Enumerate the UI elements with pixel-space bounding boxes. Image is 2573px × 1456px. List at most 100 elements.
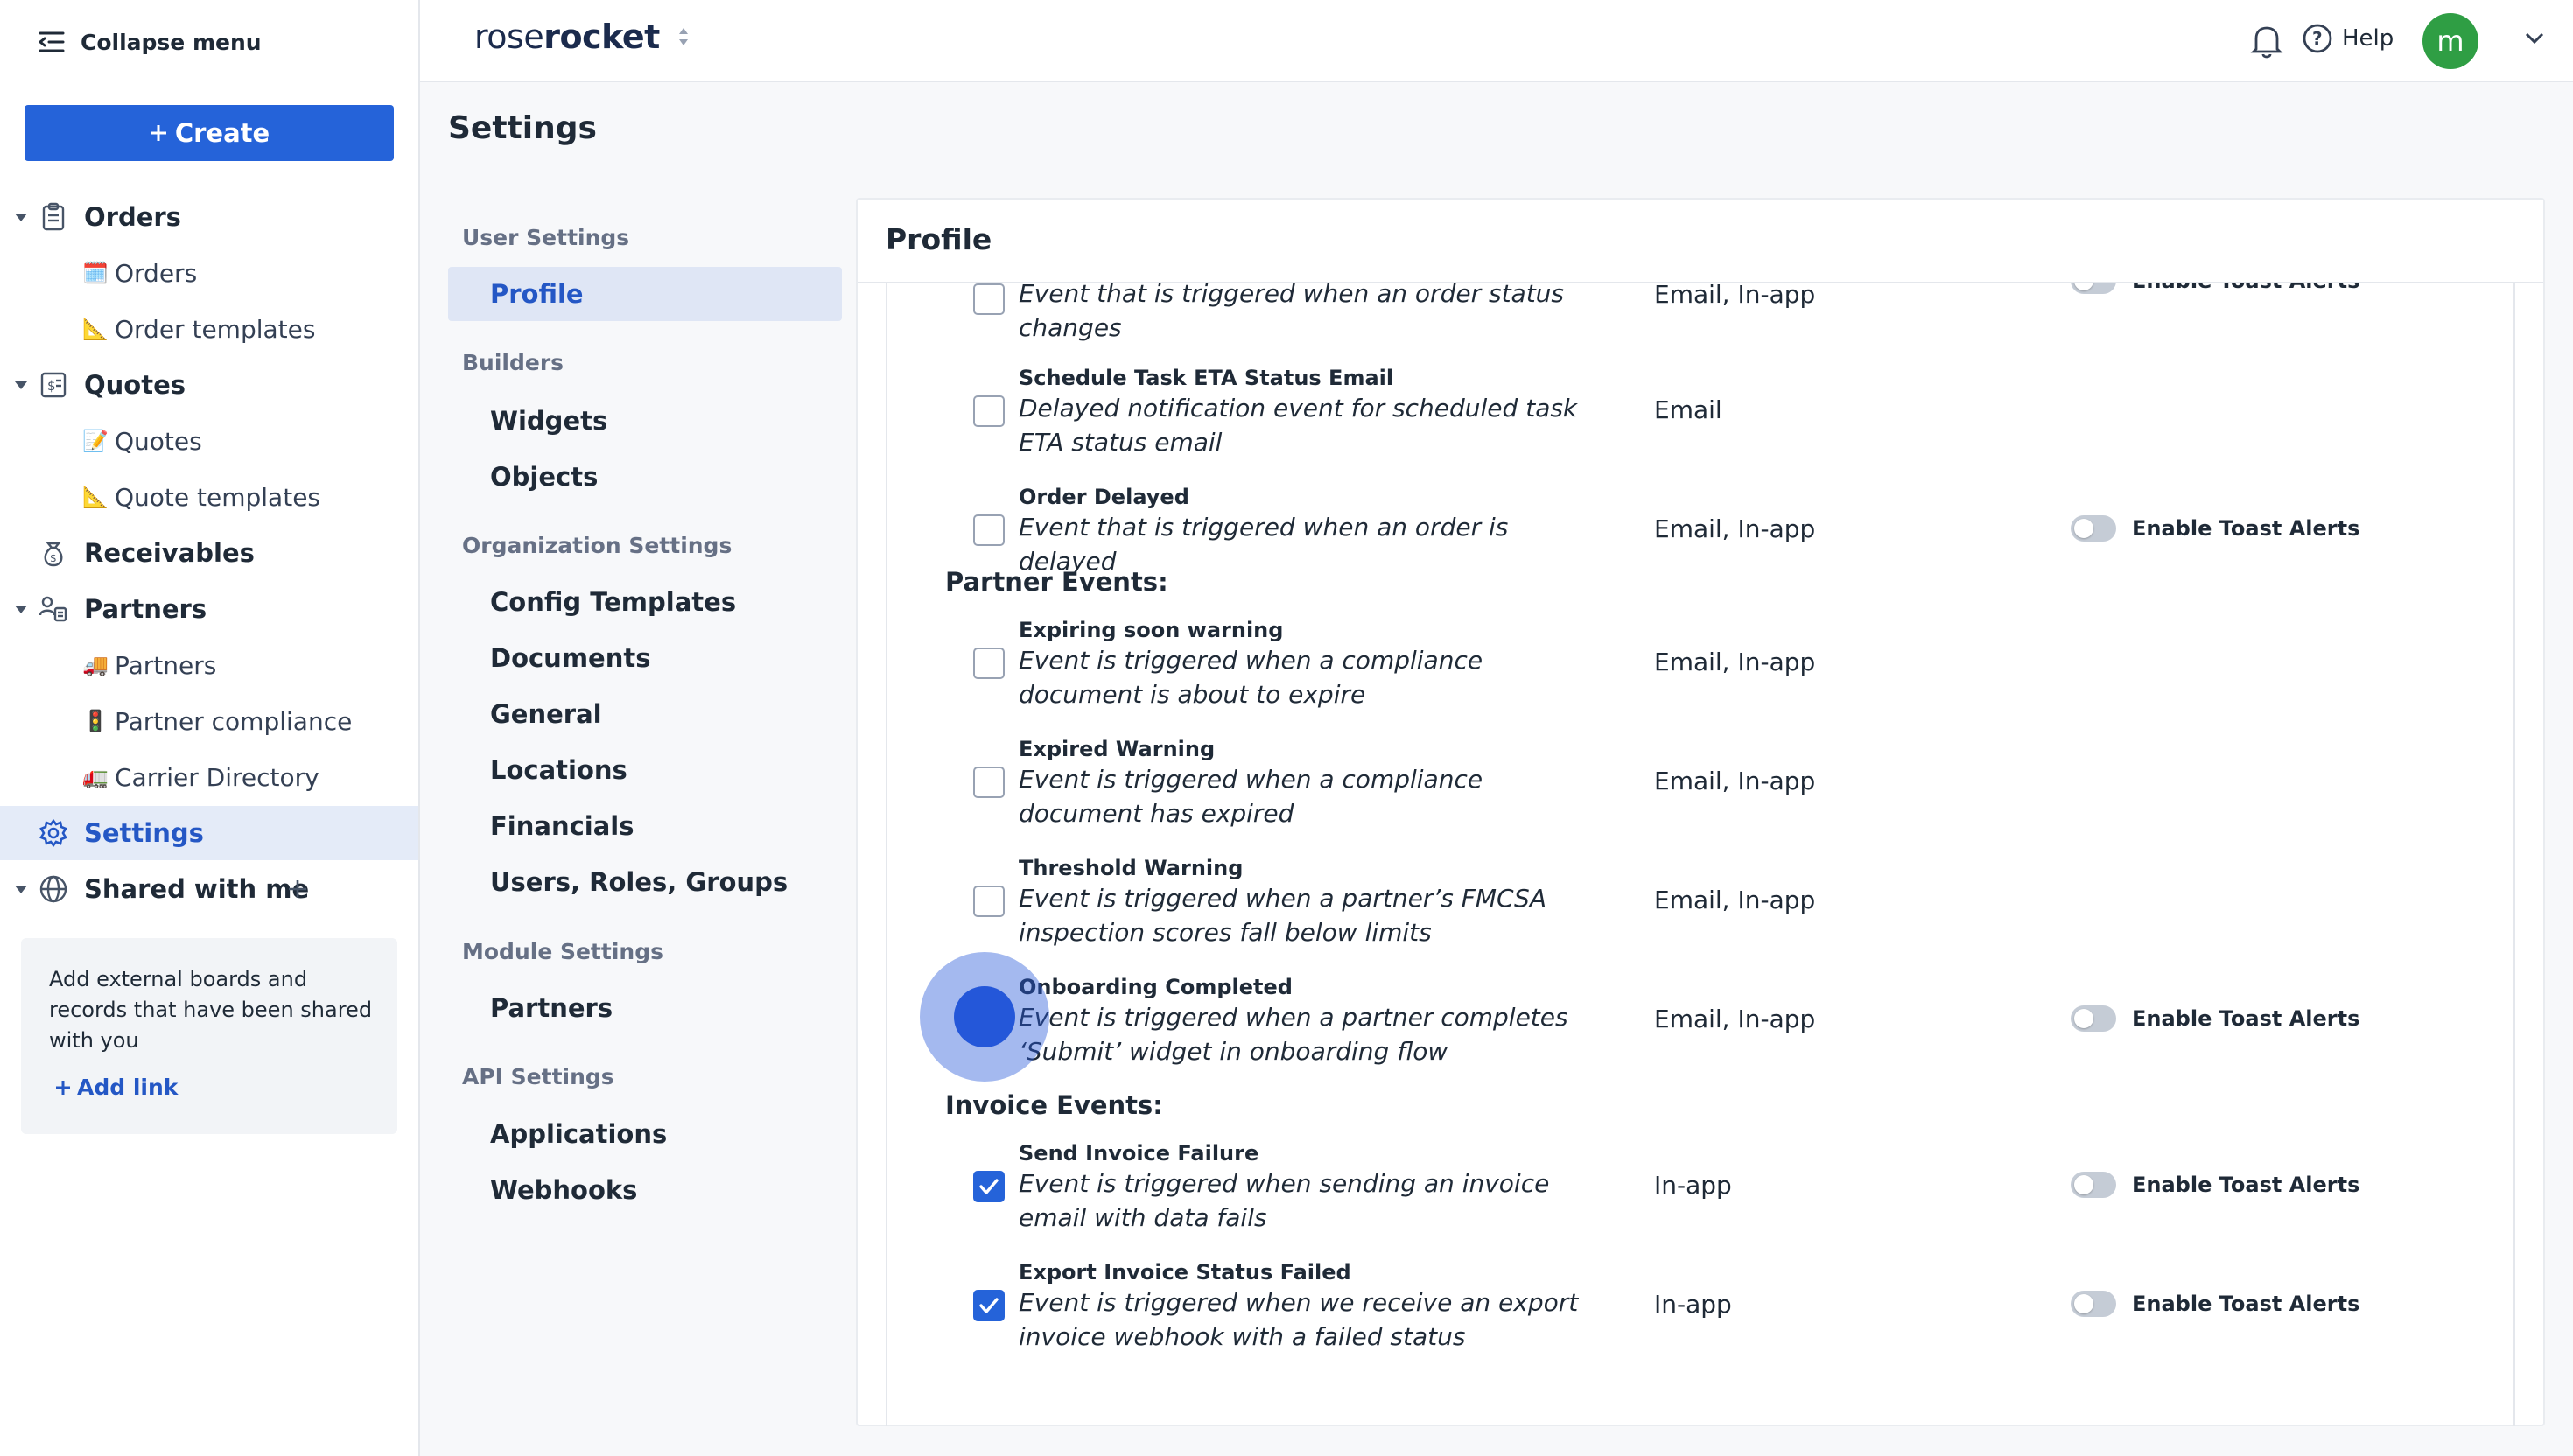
event-description: Event is triggered when a compliance doc…: [1019, 646, 1483, 709]
settings-section-title: Organization Settings: [462, 533, 733, 558]
toggle-label: Enable Toast Alerts: [2132, 284, 2359, 293]
sidebar-subitem-label: Carrier Directory: [115, 762, 319, 792]
shared-info-box: Add external boards and records that hav…: [21, 938, 397, 1134]
event-channels: Email, In-app: [1654, 514, 1816, 543]
settings-nav-profile[interactable]: Profile: [448, 267, 842, 321]
sidebar-subitem-orders[interactable]: 🗓️ Orders: [0, 246, 418, 300]
create-label: Create: [174, 118, 270, 148]
settings-nav-financials[interactable]: Financials: [448, 799, 842, 853]
add-shared-icon[interactable]: [285, 877, 310, 901]
calendar-icon: 🗓️: [82, 261, 109, 285]
settings-section-title: User Settings: [462, 225, 630, 250]
help-button[interactable]: ? Help: [2302, 23, 2394, 54]
event-checkbox[interactable]: [973, 514, 1005, 546]
toast-alert-toggle[interactable]: Enable Toast Alerts: [2071, 515, 2359, 542]
plus-icon: [149, 123, 168, 143]
toggle-switch[interactable]: [2071, 1172, 2116, 1198]
event-name: Threshold Warning: [1019, 856, 1244, 880]
sidebar-subitem-label: Partner compliance: [115, 706, 353, 736]
toggle-label: Enable Toast Alerts: [2132, 1006, 2360, 1031]
sidebar-subitem-label: Orders: [115, 258, 198, 288]
logo: roserocket: [474, 18, 660, 56]
help-circle-icon: ?: [2302, 23, 2333, 54]
caret-down-icon[interactable]: [12, 880, 30, 898]
settings-section-title: Builders: [462, 350, 564, 375]
gear-icon: [39, 818, 68, 848]
notifications-bell-icon[interactable]: [2249, 23, 2284, 60]
ruler-icon: 📐: [82, 485, 109, 509]
event-checkbox[interactable]: [973, 396, 1005, 427]
toggle-label: Enable Toast Alerts: [2132, 1292, 2360, 1316]
checkmark-icon: [979, 1179, 999, 1194]
toggle-switch[interactable]: [2071, 515, 2116, 542]
sidebar-item-shared-with-me[interactable]: Shared with me: [0, 862, 418, 916]
app-switcher[interactable]: roserocket: [474, 18, 690, 56]
event-name: Order Delayed: [1019, 485, 1189, 509]
sidebar-item-orders[interactable]: Orders: [0, 190, 418, 244]
caret-down-icon[interactable]: [12, 208, 30, 226]
chevron-down-icon[interactable]: [2524, 32, 2545, 46]
toast-alert-toggle[interactable]: Enable Toast Alerts: [2071, 1172, 2359, 1198]
sidebar-subitem-order-templates[interactable]: 📐 Order templates: [0, 302, 418, 356]
toast-alert-toggle[interactable]: Enable Toast Alerts: [2071, 1005, 2359, 1032]
settings-nav-objects[interactable]: Objects: [448, 450, 842, 504]
event-checkbox[interactable]: [973, 284, 1005, 315]
invoice-events-title: Invoice Events:: [945, 1090, 1163, 1120]
notification-events-list[interactable]: Event that is triggered when an order st…: [886, 284, 2515, 1426]
collapse-menu-icon: [39, 31, 65, 53]
ruler-icon: 📐: [82, 317, 109, 341]
sidebar-subitem-label: Quote templates: [115, 482, 321, 512]
caret-down-icon[interactable]: [12, 600, 30, 618]
sidebar-subitem-label: Partners: [115, 650, 217, 680]
collapse-menu-button[interactable]: Collapse menu: [39, 26, 262, 58]
sidebar-item-partners[interactable]: Partners: [0, 582, 418, 636]
toggle-switch[interactable]: [2071, 1291, 2116, 1317]
sidebar-subitem-label: Order templates: [115, 314, 316, 344]
event-name: Schedule Task ETA Status Email: [1019, 366, 1394, 390]
sidebar-item-label: Orders: [84, 202, 181, 232]
switcher-arrows-icon: [677, 26, 690, 47]
sidebar-item-receivables[interactable]: $ Receivables: [0, 526, 418, 580]
event-description: Event is triggered when a partner comple…: [1019, 1003, 1568, 1066]
sidebar-subitem-quotes[interactable]: 📝 Quotes: [0, 414, 418, 468]
sidebar-item-settings[interactable]: Settings: [0, 806, 418, 860]
event-channels: Email, In-app: [1654, 284, 1816, 309]
caret-down-icon[interactable]: [12, 376, 30, 394]
avatar[interactable]: m: [2422, 13, 2478, 69]
settings-nav-widgets[interactable]: Widgets: [448, 394, 842, 448]
settings-nav-webhooks[interactable]: Webhooks: [448, 1163, 842, 1217]
toggle-switch[interactable]: [2071, 284, 2116, 294]
sidebar-subitem-carrier-directory[interactable]: 🚛 Carrier Directory: [0, 750, 418, 804]
toast-alert-toggle[interactable]: Enable Toast Alerts: [2071, 284, 2359, 294]
settings-nav-partners[interactable]: Partners: [448, 981, 842, 1035]
sidebar-subitem-partner-compliance[interactable]: 🚦 Partner compliance: [0, 694, 418, 748]
partner-events-title: Partner Events:: [945, 567, 1168, 597]
settings-nav-locations[interactable]: Locations: [448, 743, 842, 797]
add-link-button[interactable]: Add link: [54, 1074, 178, 1100]
event-description: Event that is triggered when an order st…: [1019, 284, 1565, 342]
event-checkbox[interactable]: [973, 648, 1005, 679]
toggle-switch[interactable]: [2071, 1005, 2116, 1032]
sidebar-subitem-quote-templates[interactable]: 📐 Quote templates: [0, 470, 418, 524]
event-description: Event is triggered when a partner’s FMCS…: [1019, 884, 1546, 947]
event-checkbox-checked[interactable]: [973, 1290, 1005, 1321]
page-title: Settings: [448, 110, 597, 146]
event-description: Event is triggered when we receive an ex…: [1019, 1288, 1579, 1351]
quote-icon: $: [39, 370, 68, 400]
event-checkbox[interactable]: [973, 886, 1005, 917]
event-channels: Email, In-app: [1654, 1004, 1816, 1033]
sidebar-item-quotes[interactable]: $ Quotes: [0, 358, 418, 412]
event-checkbox[interactable]: [973, 766, 1005, 798]
settings-nav-documents[interactable]: Documents: [448, 631, 842, 685]
toast-alert-toggle[interactable]: Enable Toast Alerts: [2071, 1291, 2359, 1317]
settings-nav-general[interactable]: General: [448, 687, 842, 741]
settings-nav-config-templates[interactable]: Config Templates: [448, 575, 842, 629]
event-checkbox-checked[interactable]: [973, 1171, 1005, 1202]
plus-icon: [54, 1079, 72, 1096]
settings-nav-applications[interactable]: Applications: [448, 1107, 842, 1161]
create-button[interactable]: Create: [25, 105, 394, 161]
settings-nav-users-roles-groups[interactable]: Users, Roles, Groups: [448, 855, 842, 909]
sidebar-subitem-label: Quotes: [115, 426, 202, 456]
add-link-label: Add link: [77, 1074, 179, 1100]
sidebar-subitem-partners[interactable]: 🚚 Partners: [0, 638, 418, 692]
